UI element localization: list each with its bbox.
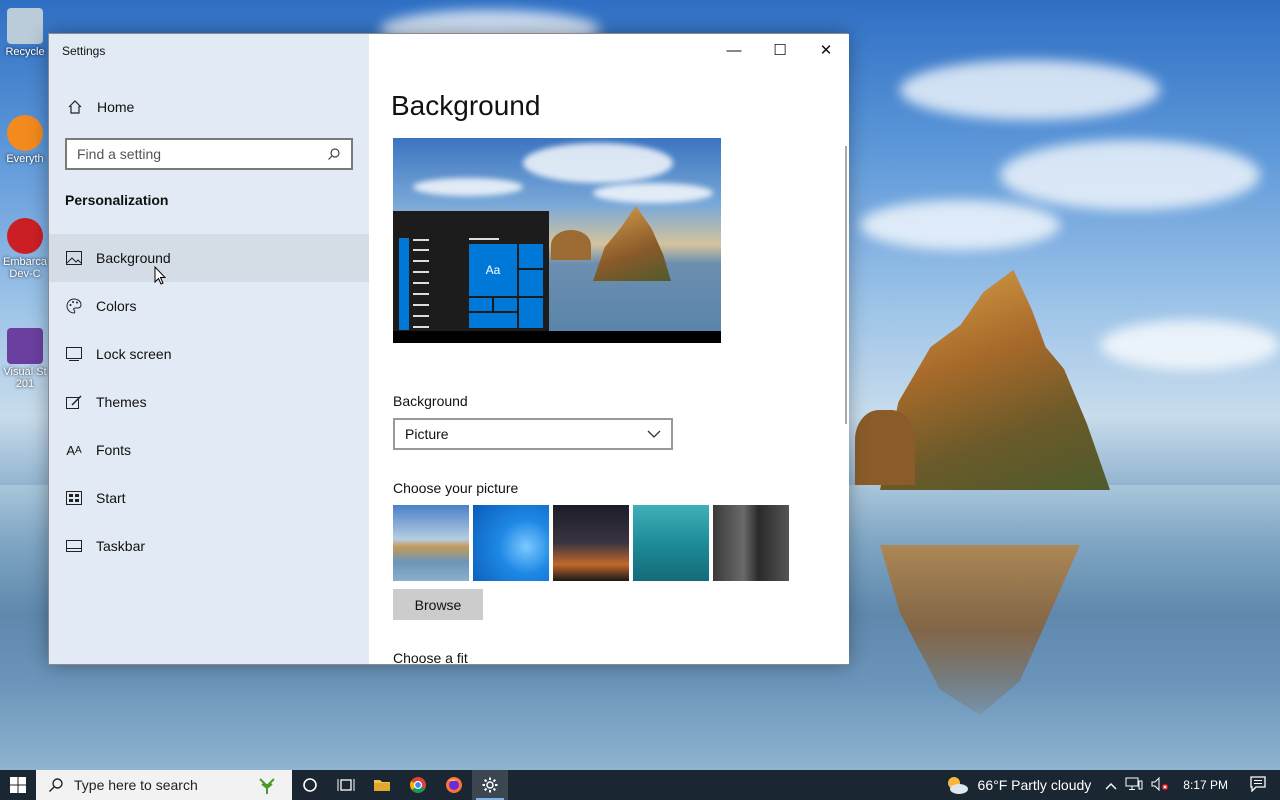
sidebar-item-fonts[interactable]: AA Fonts	[49, 426, 369, 474]
start-button[interactable]	[0, 770, 36, 800]
taskbar-search-placeholder: Type here to search	[74, 777, 198, 793]
sidebar-item-label: Start	[96, 490, 126, 506]
cortana-button[interactable]	[292, 770, 328, 800]
file-explorer-button[interactable]	[364, 770, 400, 800]
search-icon	[49, 778, 63, 792]
home-label: Home	[97, 99, 135, 115]
desktop-icon-dev-cpp[interactable]: Embarca Dev-C	[0, 218, 50, 280]
picture-thumbnails	[393, 505, 789, 581]
sidebar-item-start[interactable]: Start	[49, 474, 369, 522]
maximize-button[interactable]: ☐	[757, 34, 803, 66]
picture-thumbnail[interactable]	[713, 505, 789, 581]
choose-picture-label: Choose your picture	[393, 480, 519, 496]
picture-thumbnail[interactable]	[553, 505, 629, 581]
window-title: Settings	[62, 44, 106, 58]
settings-sidebar: Settings Home Personalization Background…	[49, 34, 369, 664]
sidebar-item-background[interactable]: Background	[49, 234, 369, 282]
volume-muted-icon[interactable]	[1151, 776, 1169, 794]
taskbar-icon	[65, 537, 83, 555]
chevron-down-icon	[647, 430, 661, 438]
firefox-button[interactable]	[436, 770, 472, 800]
find-setting-search[interactable]	[65, 138, 353, 170]
desktop-icon-visual-studio[interactable]: Visual St 201	[0, 328, 50, 390]
search-icon	[328, 148, 340, 160]
browse-button[interactable]: Browse	[393, 589, 483, 620]
desktop-icon-recycle-bin[interactable]: Recycle	[0, 8, 50, 58]
chrome-button[interactable]	[400, 770, 436, 800]
visual-studio-icon	[7, 328, 43, 364]
lock-screen-icon	[65, 345, 83, 363]
scrollbar[interactable]	[845, 146, 847, 424]
background-type-dropdown[interactable]: Picture	[393, 418, 673, 450]
background-preview: Aa	[393, 138, 721, 343]
background-type-value: Picture	[405, 426, 449, 442]
sidebar-item-label: Themes	[96, 394, 147, 410]
recycle-bin-icon	[7, 8, 43, 44]
sidebar-item-colors[interactable]: Colors	[49, 282, 369, 330]
task-view-icon	[337, 779, 355, 791]
minimize-button[interactable]: —	[711, 34, 757, 66]
everything-search-icon	[7, 115, 43, 151]
settings-window: Settings Home Personalization Background…	[48, 33, 849, 666]
taskbar: Type here to search 66°F Partly cloudy 8…	[0, 770, 1280, 800]
sidebar-item-label: Fonts	[96, 442, 132, 458]
gear-icon	[482, 777, 498, 793]
caption-buttons: — ☐ ✕	[711, 34, 849, 66]
start-icon	[65, 489, 83, 507]
task-view-button[interactable]	[328, 770, 364, 800]
picture-thumbnail[interactable]	[393, 505, 469, 581]
partly-cloudy-icon	[947, 777, 968, 794]
sidebar-item-taskbar[interactable]: Taskbar	[49, 522, 369, 570]
windows-logo-icon	[10, 777, 26, 793]
cortana-icon	[303, 778, 317, 792]
sidebar-item-label: Taskbar	[96, 538, 146, 554]
firefox-icon	[446, 777, 462, 793]
choose-fit-label: Choose a fit	[393, 650, 468, 666]
picture-thumbnail[interactable]	[633, 505, 709, 581]
picture-thumbnail[interactable]	[473, 505, 549, 581]
settings-main: — ☐ ✕ Background Aa Background Picture C…	[369, 34, 849, 666]
desktop-icon-everything[interactable]: Everyth	[0, 115, 50, 165]
clock-time[interactable]: 8:17 PM	[1183, 778, 1228, 792]
mouse-cursor-icon	[154, 266, 166, 285]
page-title: Background	[391, 90, 541, 121]
section-personalization: Personalization	[65, 192, 169, 208]
palette-icon	[65, 297, 83, 315]
background-type-label: Background	[393, 393, 468, 409]
network-icon[interactable]	[1125, 777, 1143, 794]
notification-icon	[1250, 775, 1266, 793]
themes-icon	[65, 393, 83, 411]
dev-cpp-icon	[7, 218, 43, 254]
sidebar-item-label: Colors	[96, 298, 137, 314]
home-icon	[68, 100, 82, 114]
weather-text[interactable]: 66°F Partly cloudy	[978, 777, 1092, 793]
find-setting-input[interactable]	[77, 146, 327, 162]
chrome-icon	[410, 777, 426, 793]
sidebar-item-themes[interactable]: Themes	[49, 378, 369, 426]
image-icon	[65, 249, 83, 267]
sidebar-home[interactable]: Home	[49, 89, 369, 125]
fonts-icon: AA	[66, 442, 82, 458]
sidebar-item-label: Lock screen	[96, 346, 172, 362]
action-center-button[interactable]	[1250, 775, 1266, 795]
system-tray: 66°F Partly cloudy 8:17 PM	[936, 770, 1280, 800]
sidebar-item-label: Background	[96, 250, 171, 266]
show-hidden-icons-chevron-up-icon[interactable]	[1105, 778, 1117, 793]
sidebar-item-lock-screen[interactable]: Lock screen	[49, 330, 369, 378]
settings-taskbar-button[interactable]	[472, 770, 508, 800]
close-button[interactable]: ✕	[803, 34, 849, 66]
plant-icon	[259, 778, 275, 794]
preview-tile: Aa	[469, 244, 517, 296]
folder-icon	[374, 780, 390, 791]
taskbar-search-box[interactable]: Type here to search	[36, 770, 292, 800]
sidebar-nav: Background Colors Lock screen Themes A A…	[49, 234, 369, 570]
